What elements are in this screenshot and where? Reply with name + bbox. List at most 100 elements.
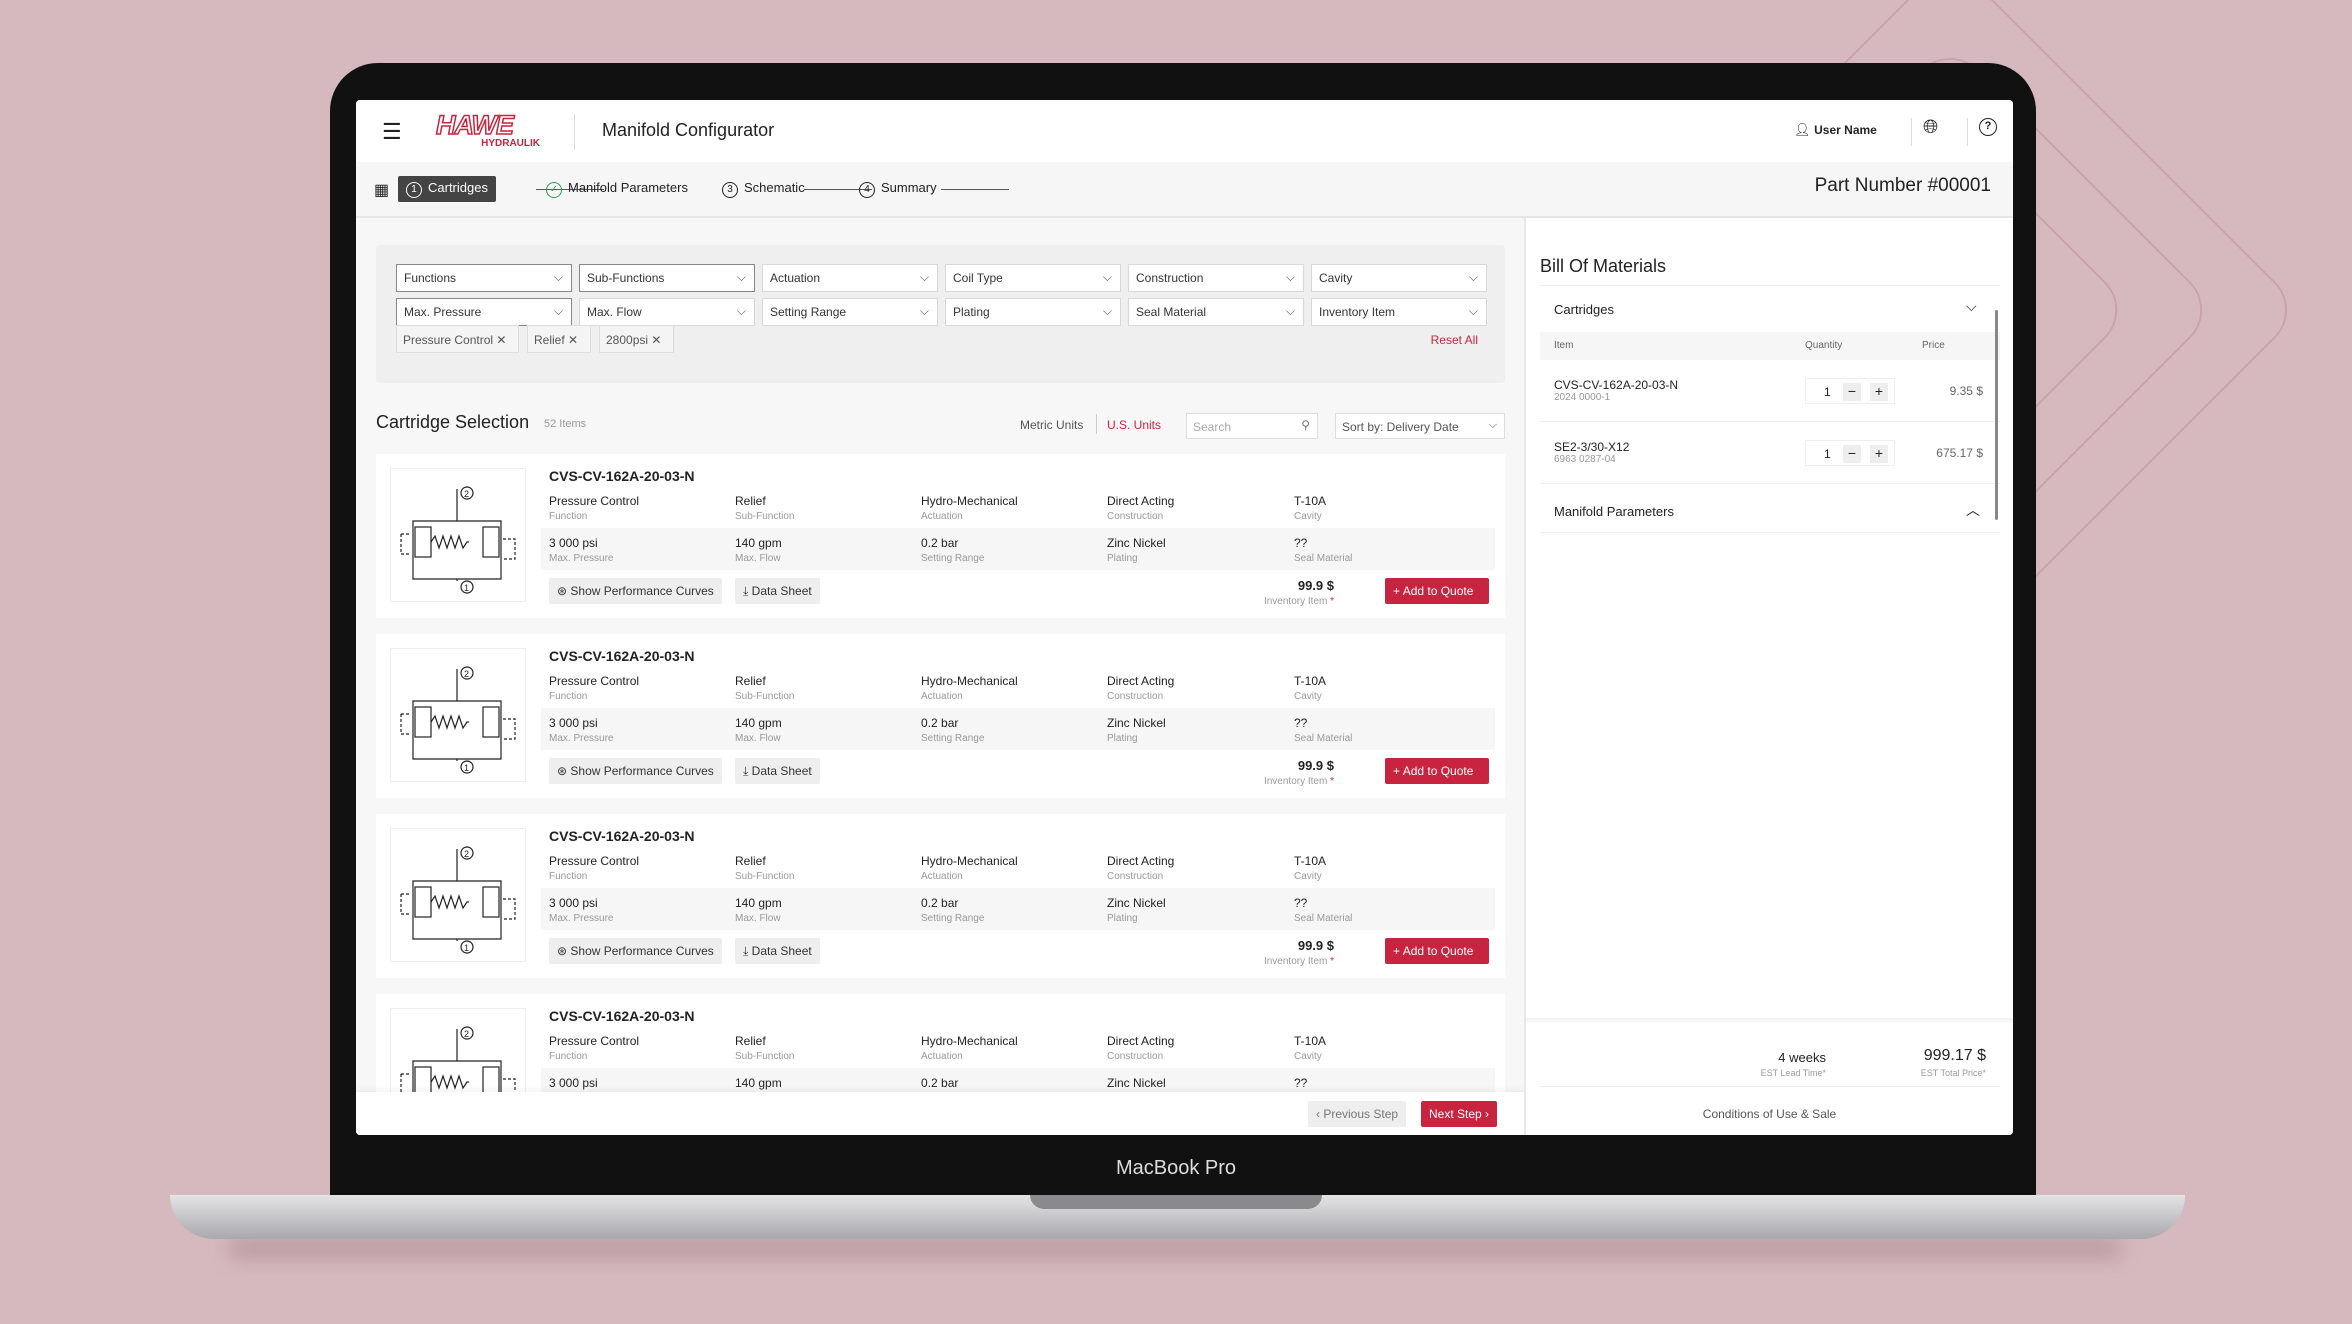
filter-chip[interactable]: Pressure Control ✕ — [396, 325, 519, 353]
bom-item-code: 6963 0287-04 — [1554, 454, 1616, 465]
filter-max-pressure[interactable]: Max. Pressure ⌵ — [396, 298, 572, 326]
cartridge-price: 99.9 $ — [1297, 578, 1334, 593]
us-units-toggle[interactable]: U.S. Units — [1107, 418, 1161, 432]
bom-item-name: SE2-3/30-X12 — [1554, 440, 1630, 454]
add-to-quote-button[interactable]: + Add to Quote — [1385, 758, 1489, 784]
filter-sub-functions[interactable]: Sub-Functions ⌵ — [579, 264, 755, 292]
spec-setting-range: 0.2 barSetting Range — [921, 716, 985, 744]
chevron-down-icon: ⌵ — [736, 270, 746, 284]
chevron-up-icon[interactable]: ︿ — [1966, 500, 1980, 520]
chevron-down-icon: ⌵ — [919, 270, 929, 284]
spec-sub-function: Relief Sub-Function — [735, 674, 795, 702]
filter-seal-material[interactable]: Seal Material ⌵ — [1128, 298, 1304, 326]
reset-all-link[interactable]: Reset All — [1431, 333, 1478, 347]
data-sheet-button[interactable]: ⤓ Data Sheet — [735, 758, 820, 784]
spec-plating: Zinc NickelPlating — [1107, 896, 1166, 924]
app-title: Manifold Configurator — [602, 120, 775, 140]
bom-title: Bill Of Materials — [1540, 256, 1667, 276]
filter-setting-range[interactable]: Setting Range ⌵ — [762, 298, 938, 326]
remove-chip-icon[interactable]: ✕ — [651, 333, 661, 347]
add-to-quote-button[interactable]: + Add to Quote — [1385, 938, 1489, 964]
spec-max-flow: 140 gpmMax. Flow — [735, 536, 782, 564]
minus-icon[interactable]: − — [1843, 445, 1861, 463]
quantity-stepper[interactable]: 1− + — [1805, 378, 1895, 404]
quantity-stepper[interactable]: 1− + — [1805, 440, 1895, 466]
lead-time-value: 4 weeks — [1778, 1050, 1826, 1065]
bom-item-row: CVS-CV-162A-20-03-N 2024 0000-1 1− + 9.35… — [1540, 360, 2000, 422]
step-schematic[interactable]: 3 Schematic — [714, 176, 813, 202]
filter-chip[interactable]: Relief ✕ — [527, 325, 591, 353]
spec-cavity: T-10A Cavity — [1294, 854, 1327, 882]
next-step-button[interactable]: Next Step › — [1421, 1101, 1498, 1127]
svg-text:2: 2 — [464, 849, 469, 859]
add-to-quote-button[interactable]: + Add to Quote — [1385, 578, 1489, 604]
spec-actuation: Hydro-Mechanical Actuation — [921, 1034, 1018, 1062]
hamburger-menu-icon[interactable]: ☰ — [382, 119, 402, 145]
plus-icon: + — [1393, 584, 1401, 598]
chevron-down-icon[interactable]: ⌵ — [1966, 298, 1977, 315]
step-manifold-parameters[interactable]: ✓ Manifold Parameters — [538, 176, 696, 202]
bom-item-row: SE2-3/30-X12 6963 0287-04 1− + 675.17 $ — [1540, 422, 2000, 484]
filter-actuation[interactable]: Actuation ⌵ — [762, 264, 938, 292]
inventory-label: Inventory Item * — [1263, 956, 1334, 967]
cartridge-card: 21CVS-CV-162A-20-03-NPressure ControlFun… — [376, 454, 1505, 618]
spec-sub-function: Relief Sub-Function — [735, 494, 795, 522]
remove-chip-icon[interactable]: ✕ — [568, 333, 578, 347]
total-price-label: EST Total Price* — [1920, 1068, 1986, 1078]
spec-sub-function: Relief Sub-Function — [735, 854, 795, 882]
spec-sub-function: Relief Sub-Function — [735, 1034, 795, 1062]
filter-max-flow[interactable]: Max. Flow ⌵ — [579, 298, 755, 326]
globe-icon[interactable]: 🌐︎ — [1923, 117, 1938, 139]
cartridge-card: 21CVS-CV-162A-20-03-NPressure ControlFun… — [376, 814, 1505, 978]
spec-setting-range: 0.2 barSetting Range — [921, 536, 985, 564]
grid-icon[interactable]: ▦ — [374, 180, 389, 200]
plus-icon[interactable]: + — [1870, 445, 1888, 463]
chevron-down-icon: ⌵ — [919, 304, 929, 318]
spec-actuation: Hydro-Mechanical Actuation — [921, 494, 1018, 522]
filter-coil-type[interactable]: Coil Type ⌵ — [945, 264, 1121, 292]
step-number-icon: 3 — [722, 182, 738, 198]
bom-manifold-section[interactable]: Manifold Parameters — [1554, 504, 1674, 519]
sort-dropdown[interactable]: Sort by: Delivery Date ⌵ — [1335, 413, 1505, 439]
plus-icon: + — [1393, 944, 1401, 958]
previous-step-button[interactable]: ‹ Previous Step — [1308, 1101, 1407, 1127]
spec-actuation: Hydro-Mechanical Actuation — [921, 854, 1018, 882]
chevron-down-icon: ⌵ — [1102, 304, 1112, 318]
data-sheet-button[interactable]: ⤓ Data Sheet — [735, 938, 820, 964]
app-header: ☰ HAWE HYDRAULIK Manifold Configurator 👤… — [356, 100, 2013, 162]
conditions-link[interactable]: Conditions of Use & Sale — [1526, 1107, 2013, 1121]
filter-inventory-item[interactable]: Inventory Item ⌵ — [1311, 298, 1487, 326]
bom-cartridges-section[interactable]: Cartridges — [1554, 302, 1614, 317]
filter-cavity[interactable]: Cavity ⌵ — [1311, 264, 1487, 292]
show-performance-curves-button[interactable]: ⊛ Show Performance Curves — [549, 938, 722, 964]
filter-functions[interactable]: Functions ⌵ — [396, 264, 572, 292]
filter-plating[interactable]: Plating ⌵ — [945, 298, 1121, 326]
filter-panel: Functions ⌵ Sub-Functions ⌵ Actuation ⌵ Coil T… — [376, 245, 1505, 383]
step-cartridges[interactable]: 1 Cartridges — [398, 176, 496, 202]
stepper-bar: ▦ 1 Cartridges ✓ Manifold Parameters 3 Schema… — [356, 162, 2013, 218]
user-menu[interactable]: 👤︎ User Name — [1794, 122, 1877, 138]
spec-cavity: T-10A Cavity — [1294, 674, 1327, 702]
filter-construction[interactable]: Construction ⌵ — [1128, 264, 1304, 292]
spec-construction: Direct Acting Construction — [1107, 494, 1175, 522]
search-input[interactable]: Search ⚲ — [1186, 413, 1318, 439]
spec-cavity: T-10A Cavity — [1294, 494, 1327, 522]
remove-chip-icon[interactable]: ✕ — [496, 333, 506, 347]
help-icon[interactable]: ? — [1979, 118, 1997, 136]
data-sheet-button[interactable]: ⤓ Data Sheet — [735, 578, 820, 604]
show-performance-curves-button[interactable]: ⊛ Show Performance Curves — [549, 758, 722, 784]
filter-chip[interactable]: 2800psi ✕ — [599, 325, 674, 353]
metric-units-toggle[interactable]: Metric Units — [1020, 418, 1083, 432]
chevron-down-icon: ⌵ — [1102, 270, 1112, 284]
hawe-logo[interactable]: HAWE HYDRAULIK — [435, 111, 544, 152]
plus-icon[interactable]: + — [1870, 383, 1888, 401]
cartridge-name: CVS-CV-162A-20-03-N — [549, 1008, 695, 1024]
show-performance-curves-button[interactable]: ⊛ Show Performance Curves — [549, 578, 722, 604]
spec-max-pressure: 3 000 psiMax. Pressure — [549, 716, 614, 744]
spec-function: Pressure Control Function — [549, 674, 640, 702]
scrollbar[interactable] — [1995, 310, 1998, 520]
chevron-down-icon: ⌵ — [1285, 270, 1295, 284]
minus-icon[interactable]: − — [1843, 383, 1861, 401]
spec-max-pressure: 3 000 psiMax. Pressure — [549, 536, 614, 564]
step-summary[interactable]: 4 Summary — [851, 176, 945, 202]
